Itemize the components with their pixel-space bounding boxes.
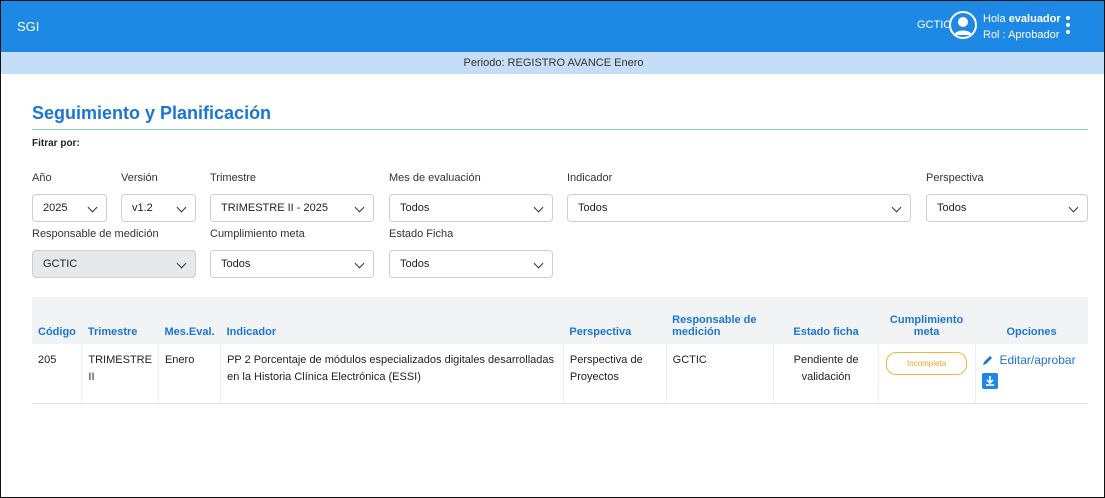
col-header-indicator[interactable]: Indicador [221,297,564,344]
filter-version-label: Versión [121,172,158,184]
filter-status-label: Estado Ficha [389,228,454,240]
filter-responsible-label: Responsable de medición [32,228,159,240]
col-header-code[interactable]: Código [32,297,82,344]
cell-month: Enero [158,344,222,404]
col-header-month[interactable]: Mes.Eval. [158,297,220,344]
filter-perspective-value: Todos [937,202,967,214]
chevron-down-icon [891,202,902,213]
table-row: 205 TRIMESTRE II Enero PP 2 Porcentaje d… [32,344,1088,404]
filter-compliance-select[interactable]: Todos [210,250,374,278]
top-bar: SGI GCTIC Hola evaluador Rol : Aprobador [1,1,1104,52]
filter-indicator-label: Indicador [567,172,613,184]
filter-compliance-value: Todos [221,258,251,270]
filter-responsible-value: GCTIC [43,258,78,270]
kebab-menu-icon[interactable] [1065,16,1071,36]
col-header-quarter[interactable]: Trimestre [82,297,159,344]
cell-options: Editar/aprobar [975,344,1088,404]
results-table: Código Trimestre Mes.Eval. Indicador Per… [32,297,1088,404]
filter-year-value: 2025 [43,202,68,214]
app-frame: SGI GCTIC Hola evaluador Rol : Aprobador… [0,0,1105,498]
filter-status-select[interactable]: Todos [389,250,553,278]
filter-quarter-value: TRIMESTRE II - 2025 [221,202,328,214]
chevron-down-icon [354,202,365,213]
chevron-down-icon [176,258,187,269]
cell-indicator: PP 2 Porcentaje de módulos especializado… [220,344,564,404]
col-header-compliance[interactable]: Cumplimiento meta [878,297,975,344]
filter-perspective-label: Perspectiva [926,172,984,184]
filter-compliance-label: Cumplimiento meta [210,228,305,240]
cell-compliance: Incompleta [878,344,976,404]
page-title: Seguimiento y Planificación [32,103,272,123]
chevron-down-icon [354,258,365,269]
filter-quarter-label: Trimestre [210,172,257,184]
filter-month-value: Todos [400,202,430,214]
filter-status-value: Todos [400,258,430,270]
user-avatar-icon[interactable] [949,11,977,39]
filter-perspective-select[interactable]: Todos [926,194,1088,222]
app-brand[interactable]: SGI [17,19,39,34]
filter-month-select[interactable]: Todos [389,194,553,222]
filter-month-label: Mes de evaluación [389,172,481,184]
cell-responsible: GCTIC [666,344,775,404]
chevron-down-icon [87,202,98,213]
title-divider [32,129,1088,130]
filter-version-value: v1.2 [132,202,153,214]
cell-perspective: Perspectiva de Proyectos [563,344,667,404]
chevron-down-icon [176,202,187,213]
cell-code: 205 [32,344,83,404]
user-name: evaluador [1008,13,1061,25]
col-header-options: Opciones [1006,326,1057,338]
chevron-down-icon [1068,202,1079,213]
cell-quarter: TRIMESTRE II [81,344,159,404]
user-greeting: Hola evaluador Rol : Aprobador [983,11,1061,43]
chevron-down-icon [533,258,544,269]
filter-indicator-select[interactable]: Todos [567,194,911,222]
edit-approve-label: Editar/aprobar [999,353,1076,367]
period-banner: Periodo: REGISTRO AVANCE Enero [1,52,1104,74]
chevron-down-icon [533,202,544,213]
filter-version-select[interactable]: v1.2 [121,194,196,222]
filter-heading: Fitrar por: [32,138,80,149]
col-header-status[interactable]: Estado ficha [774,297,878,344]
col-header-perspective[interactable]: Perspectiva [563,297,666,344]
filter-indicator-value: Todos [578,202,608,214]
table-header-row: Código Trimestre Mes.Eval. Indicador Per… [32,297,1088,344]
filter-year-label: Año [32,172,52,184]
cell-status: Pendiente de validación [773,344,879,404]
filter-year-select[interactable]: 2025 [32,194,107,222]
user-role: Rol : Aprobador [983,29,1060,41]
download-icon[interactable] [981,373,998,389]
org-code: GCTIC [917,19,952,31]
col-header-responsible[interactable]: Responsable de medición [666,297,774,344]
edit-approve-link[interactable]: Editar/aprobar [982,352,1082,369]
compliance-badge: Incompleta [886,352,968,375]
filter-quarter-select[interactable]: TRIMESTRE II - 2025 [210,194,374,222]
filter-responsible-select: GCTIC [32,250,196,278]
greeting-prefix: Hola [983,13,1006,25]
pencil-icon [982,356,992,365]
